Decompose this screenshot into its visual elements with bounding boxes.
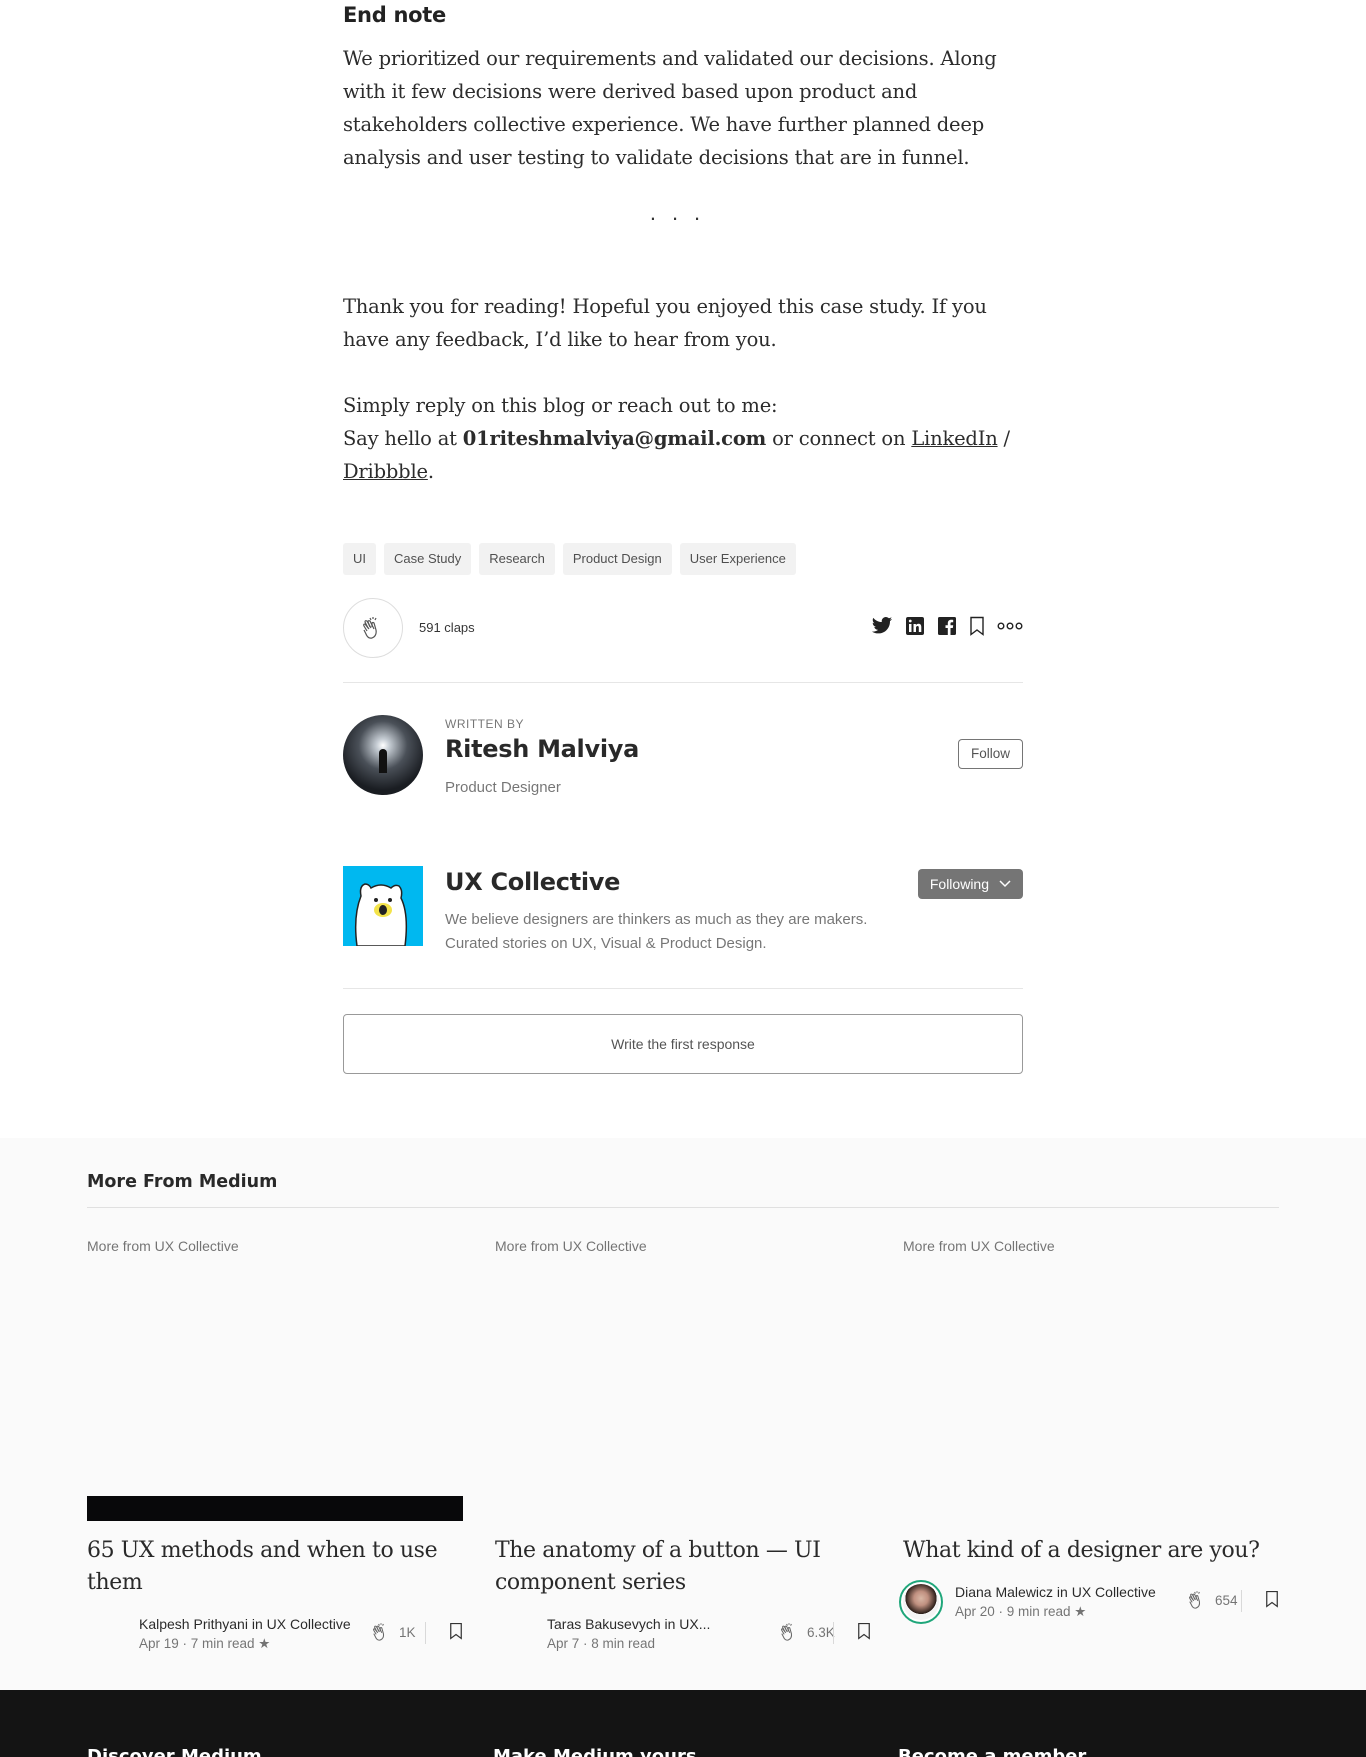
following-label: Following	[929, 876, 989, 892]
connect-text: or connect on	[766, 427, 912, 450]
clap-count: 591 claps	[419, 620, 475, 635]
card-clap-count: 1K	[399, 1624, 416, 1640]
written-by-label: WRITTEN BY	[445, 717, 524, 731]
publication-name[interactable]: UX Collective	[445, 868, 620, 896]
tag-list: UI Case Study Research Product Design Us…	[343, 543, 796, 575]
contact-paragraph: Simply reply on this blog or reach out t…	[343, 389, 1023, 488]
clap-icon	[781, 1623, 793, 1641]
divider	[833, 1622, 834, 1644]
end-note-heading: End note	[343, 3, 446, 27]
slash-text: /	[997, 427, 1011, 450]
story-card[interactable]: More from UX Collective 65 UX methods an…	[87, 1238, 463, 1678]
more-icon[interactable]	[997, 622, 1023, 630]
divider	[343, 988, 1023, 989]
author-bio: Product Designer	[445, 779, 561, 796]
card-author[interactable]: Diana Malewicz in UX Collective	[955, 1584, 1156, 1600]
clap-icon	[373, 1623, 385, 1641]
card-author-avatar[interactable]	[495, 1612, 539, 1656]
card-date: Apr 19 · 7 min read ★	[139, 1636, 271, 1651]
tag-research[interactable]: Research	[479, 543, 555, 575]
say-hello-text: Say hello at	[343, 427, 463, 450]
site-footer: Discover Medium Make Medium yours Become…	[0, 1690, 1366, 1757]
more-from-medium: More From Medium More from UX Collective…	[0, 1138, 1366, 1690]
author-name[interactable]: Ritesh Malviya	[445, 735, 639, 763]
divider	[425, 1622, 426, 1644]
card-author[interactable]: Kalpesh Prithyani in UX Collective	[139, 1616, 351, 1632]
card-meta: Taras Bakusevych in UX... Apr 7 · 8 min …	[495, 1612, 871, 1652]
card-date: Apr 20 · 9 min read ★	[955, 1604, 1087, 1619]
footer-heading-become-member[interactable]: Become a member	[898, 1746, 1086, 1757]
card-image[interactable]	[87, 1496, 463, 1521]
publication-description-line2: Curated stories on UX, Visual & Product …	[445, 935, 767, 952]
tag-user-experience[interactable]: User Experience	[679, 543, 796, 575]
card-meta: Diana Malewicz in UX Collective Apr 20 ·…	[899, 1580, 1279, 1624]
clap-share-row: 591 claps	[343, 598, 1023, 658]
following-button[interactable]: Following	[917, 869, 1023, 899]
email-text: 01riteshmalviya@gmail.com	[462, 427, 767, 450]
clap-button[interactable]	[343, 598, 403, 658]
share-icons	[871, 616, 1023, 636]
bookmark-icon[interactable]	[449, 1622, 463, 1640]
card-author-avatar[interactable]	[87, 1612, 131, 1656]
publication-card: UX Collective We believe designers are t…	[343, 866, 1023, 956]
divider	[343, 682, 1023, 683]
chevron-down-icon	[999, 880, 1011, 888]
footer-heading-make-yours[interactable]: Make Medium yours	[493, 1746, 697, 1757]
card-title[interactable]: The anatomy of a button — UI component s…	[495, 1535, 871, 1599]
footer-heading-discover[interactable]: Discover Medium	[87, 1746, 262, 1757]
period-text: .	[427, 460, 434, 483]
card-date: Apr 7 · 8 min read	[547, 1636, 656, 1651]
tag-product-design[interactable]: Product Design	[562, 543, 672, 575]
card-title[interactable]: What kind of a designer are you?	[903, 1535, 1279, 1567]
story-card[interactable]: More from UX Collective What kind of a d…	[899, 1238, 1279, 1678]
publication-description: We believe designers are thinkers as muc…	[445, 908, 915, 956]
divider	[1241, 1590, 1242, 1612]
linkedin-icon[interactable]	[905, 616, 925, 636]
polar-bear-icon	[354, 883, 408, 946]
bookmark-icon[interactable]	[1265, 1590, 1279, 1608]
section-separator: ...	[649, 200, 717, 225]
story-card[interactable]: More from UX Collective The anatomy of a…	[495, 1238, 871, 1678]
divider	[87, 1207, 1279, 1208]
end-note-paragraph: We prioritized our requirements and vali…	[343, 47, 997, 169]
follow-button[interactable]: Follow	[957, 739, 1023, 769]
bookmark-icon[interactable]	[857, 1622, 871, 1640]
twitter-icon[interactable]	[871, 616, 893, 636]
write-response-button[interactable]: Write the first response	[343, 1014, 1023, 1074]
thanks-paragraph: Thank you for reading! Hopeful you enjoy…	[343, 295, 987, 351]
card-meta: Kalpesh Prithyani in UX Collective Apr 1…	[87, 1612, 463, 1652]
card-title[interactable]: 65 UX methods and when to use them	[87, 1535, 463, 1599]
card-claps[interactable]: 1K	[369, 1620, 416, 1644]
more-from-medium-heading: More From Medium	[87, 1172, 278, 1192]
clap-icon	[1189, 1591, 1201, 1609]
clap-icon	[363, 617, 377, 639]
dribbble-link[interactable]: Dribbble	[343, 460, 428, 483]
card-claps[interactable]: 6.3K	[777, 1620, 835, 1644]
tag-case-study[interactable]: Case Study	[384, 543, 472, 575]
card-claps[interactable]: 654	[1185, 1588, 1238, 1612]
card-clap-count: 654	[1215, 1592, 1238, 1608]
publication-description-line1: We believe designers are thinkers as muc…	[445, 911, 868, 928]
reply-text: Simply reply on this blog or reach out t…	[343, 394, 778, 417]
card-kicker[interactable]: More from UX Collective	[495, 1238, 647, 1254]
linkedin-link[interactable]: LinkedIn	[911, 427, 997, 450]
author-card: WRITTEN BY Ritesh Malviya Product Design…	[343, 715, 1023, 797]
card-author[interactable]: Taras Bakusevych in UX...	[547, 1616, 710, 1632]
card-clap-count: 6.3K	[807, 1624, 835, 1640]
author-avatar[interactable]	[343, 715, 423, 795]
card-kicker[interactable]: More from UX Collective	[87, 1238, 239, 1254]
publication-logo[interactable]	[343, 866, 423, 946]
card-author-avatar[interactable]	[899, 1580, 943, 1624]
tag-ui[interactable]: UI	[343, 543, 376, 575]
card-kicker[interactable]: More from UX Collective	[903, 1238, 1055, 1254]
bookmark-icon[interactable]	[969, 616, 985, 636]
facebook-icon[interactable]	[937, 616, 957, 636]
